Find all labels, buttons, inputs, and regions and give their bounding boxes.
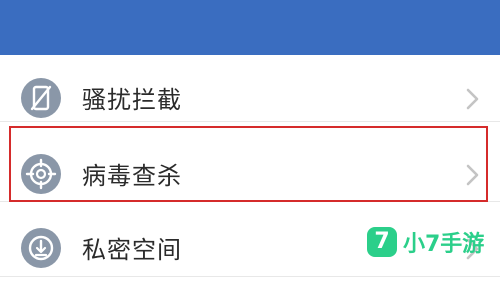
crosshair-shield-icon	[21, 154, 61, 194]
menu-item-harassment-block[interactable]: 骚扰拦截	[0, 65, 500, 140]
security-settings-screen: 骚扰拦截 病毒查杀 私密空间 7 小7手游	[0, 0, 500, 281]
menu-item-label: 病毒查杀	[82, 162, 182, 190]
phone-block-icon	[21, 78, 61, 118]
watermark-logo: 7 小7手游	[367, 221, 484, 263]
chevron-right-icon	[466, 88, 479, 110]
divider	[0, 276, 500, 277]
menu-item-virus-scan[interactable]: 病毒查杀	[0, 141, 500, 216]
divider	[0, 121, 500, 122]
menu-item-label: 私密空间	[82, 236, 182, 264]
chevron-right-icon	[466, 164, 479, 186]
watermark-badge: 7	[367, 227, 397, 257]
private-space-icon	[21, 228, 61, 268]
watermark-text: 小7手游	[403, 232, 485, 257]
menu-item-label: 骚扰拦截	[82, 86, 182, 114]
top-bar	[0, 0, 500, 55]
divider	[0, 201, 500, 202]
